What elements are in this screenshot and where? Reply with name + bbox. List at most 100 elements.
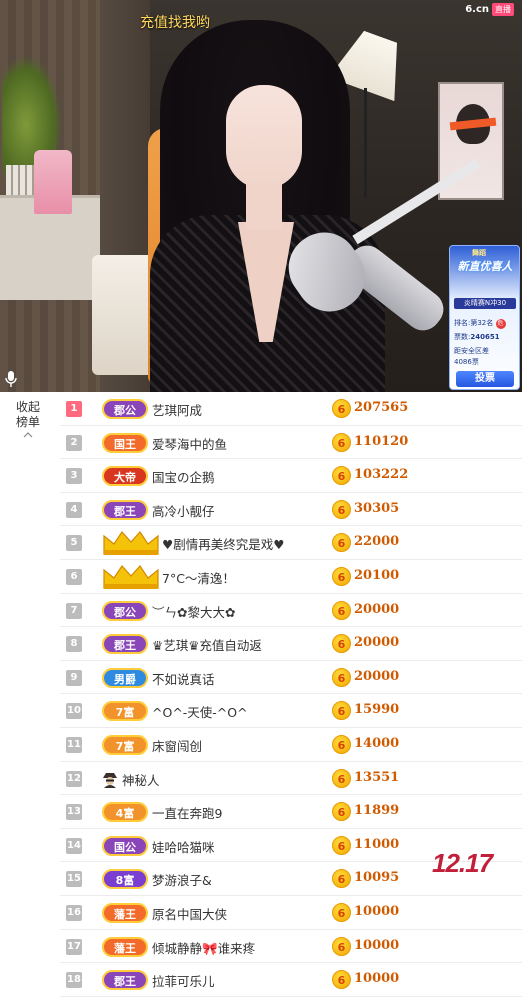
user-name[interactable]: 艺琪阿成: [152, 400, 202, 419]
vote-card-title: 新直优喜人: [457, 260, 513, 273]
rank-badge: 国公: [102, 835, 148, 856]
rank-number: 6: [66, 569, 82, 585]
stream-overlay-title: 充值找我哟: [140, 15, 210, 31]
coin-icon: 6: [332, 802, 351, 822]
user-name[interactable]: 爱琴海中的鱼: [152, 434, 227, 453]
coin-icon: 6: [332, 399, 351, 418]
user-name[interactable]: 高冷小靓仔: [152, 501, 215, 520]
votes-label: 票数:: [454, 333, 471, 341]
ranking-row[interactable]: 11 7富 床窗闯创 6 14000: [60, 728, 522, 762]
rank-number: 5: [66, 535, 82, 552]
ranking-row[interactable]: 12 神秘人 6 13551: [60, 762, 522, 796]
ranking-row[interactable]: 5 ♥剧情再美终究是戏♥ 6 22000: [60, 526, 522, 560]
ranking-row[interactable]: 4 郡王 高冷小靓仔 6 30305: [60, 493, 522, 527]
contribution-amount: 20100: [354, 568, 400, 583]
user-name[interactable]: ♥剧情再美终究是戏♥: [162, 534, 284, 553]
user-name[interactable]: 倾城静静🎀谁来疼: [152, 938, 255, 957]
coin-icon: 6: [332, 667, 351, 687]
live-video[interactable]: 充值找我哟 6.cn 直播 舞蹈 新直优喜人 炎晴赛N冲30 排名:第32名 危…: [0, 0, 522, 392]
user-name[interactable]: 床窗闯创: [152, 736, 202, 755]
site-logo: 6.cn 直播: [465, 2, 514, 16]
user-name[interactable]: 7°C～清逸！: [162, 568, 235, 587]
vote-button[interactable]: 投票: [456, 371, 514, 387]
rank-number: 15: [66, 871, 82, 888]
coin-icon: 6: [332, 466, 351, 486]
mic-arm: [352, 158, 481, 245]
rank-number: 17: [66, 938, 82, 955]
rank-number: 4: [66, 501, 82, 518]
coin-icon: 6: [332, 903, 351, 922]
rank-number: 11: [66, 737, 82, 753]
vote-card[interactable]: 舞蹈 新直优喜人 炎晴赛N冲30 排名:第32名 危 票数:240651 距安全…: [449, 245, 520, 390]
rank-number: 14: [66, 837, 82, 854]
user-name[interactable]: 一直在奔跑9: [152, 803, 222, 822]
contribution-amount: 10000: [354, 904, 400, 919]
coin-icon: 6: [332, 432, 351, 452]
coin-icon: 6: [332, 533, 351, 553]
vote-card-votes: 票数:240651: [454, 332, 500, 342]
contribution-amount: 11899: [354, 803, 400, 819]
ranking-row[interactable]: 18 郡王 拉菲可乐儿 6 10000: [60, 963, 522, 997]
coin-icon: 6: [332, 936, 351, 956]
vote-card-distance-value: 4086票: [454, 358, 479, 366]
microphone-icon[interactable]: [4, 370, 18, 388]
mystery-user-icon: [103, 772, 117, 788]
ranking-row[interactable]: 9 男爵 不如说真话 6 20000: [60, 661, 522, 695]
coin-icon: 6: [332, 499, 351, 519]
chevron-up-icon: [23, 432, 33, 438]
user-name[interactable]: 拉菲可乐儿: [152, 971, 215, 990]
coin-icon: 6: [332, 835, 351, 855]
contribution-amount: 15990: [354, 702, 400, 718]
rank-number: 13: [66, 804, 82, 821]
contribution-amount: 20000: [354, 601, 400, 617]
contribution-amount: 103222: [354, 467, 409, 483]
coin-icon: 6: [332, 970, 351, 990]
crown-badge-icon: [103, 531, 159, 556]
ranking-row[interactable]: 8 郡王 ♛艺琪♛充值自动返 6 20000: [60, 627, 522, 661]
ranking-row[interactable]: 13 4富 一直在奔跑9 6 11899: [60, 795, 522, 829]
user-name[interactable]: ^O^-天使-^O^: [152, 702, 248, 721]
ranking-row[interactable]: 17 藩王 倾城静静🎀谁来疼 6 10000: [60, 930, 522, 964]
rank-badge: 郡王: [102, 634, 148, 655]
ranking-row[interactable]: 7 郡公 ︶ㄣ✿黎大大✿ 6 20000: [60, 594, 522, 628]
rank-number: 2: [66, 434, 82, 451]
rank-number: 9: [66, 669, 82, 686]
contribution-amount: 13551: [354, 769, 400, 785]
logo-tag: 直播: [492, 2, 514, 16]
crown-badge-icon: [103, 565, 159, 589]
user-name[interactable]: 梦游浪子&: [152, 870, 212, 889]
vote-rank-text: 排名:第32名: [454, 319, 494, 327]
collapse-ranking-button[interactable]: 收起榜单: [8, 400, 48, 438]
ranking-row[interactable]: 3 大帝 国宝の企鹅 6 103222: [60, 459, 522, 493]
rank-badge: 藩王: [102, 903, 148, 923]
user-name[interactable]: 原名中国大侠: [152, 904, 227, 923]
user-name[interactable]: ♛艺琪♛充值自动返: [152, 635, 262, 654]
ranking-row[interactable]: 6 7°C～清逸！ 6 20100: [60, 560, 522, 594]
coin-icon: 6: [332, 634, 351, 654]
rank-badge: 郡公: [102, 600, 148, 621]
ranking-row[interactable]: 2 国王 爱琴海中的鱼 6 110120: [60, 426, 522, 460]
logo-text: 6.cn: [465, 3, 489, 15]
user-name[interactable]: 娃哈哈猫咪: [152, 837, 215, 856]
user-name[interactable]: ︶ㄣ✿黎大大✿: [152, 602, 235, 621]
user-name[interactable]: 神秘人: [122, 770, 160, 789]
contribution-amount: 11000: [354, 836, 400, 852]
books: [6, 165, 36, 195]
rank-number: 12: [66, 770, 82, 787]
ranking-row[interactable]: 10 7富 ^O^-天使-^O^ 6 15990: [60, 694, 522, 728]
user-name[interactable]: 不如说真话: [152, 669, 215, 688]
rank-number: 18: [66, 972, 82, 989]
coin-icon: 6: [332, 701, 351, 721]
ranking-row[interactable]: 1 郡公 艺琪阿成 6 207565: [60, 392, 522, 426]
vote-card-tag: 舞蹈: [472, 249, 486, 257]
rank-number: 16: [66, 905, 82, 921]
contribution-amount: 14000: [354, 736, 400, 751]
ranking-row[interactable]: 16 藩王 原名中国大侠 6 10000: [60, 896, 522, 930]
date-watermark: 12.17: [432, 848, 493, 878]
rank-badge: 大帝: [102, 466, 148, 487]
user-name[interactable]: 国宝の企鹅: [152, 467, 215, 486]
vote-card-rank: 排名:第32名 危: [454, 318, 506, 329]
collapse-label: 收起榜单: [15, 400, 40, 429]
rank-badge: 8富: [102, 869, 148, 890]
danger-badge: 危: [495, 319, 506, 329]
